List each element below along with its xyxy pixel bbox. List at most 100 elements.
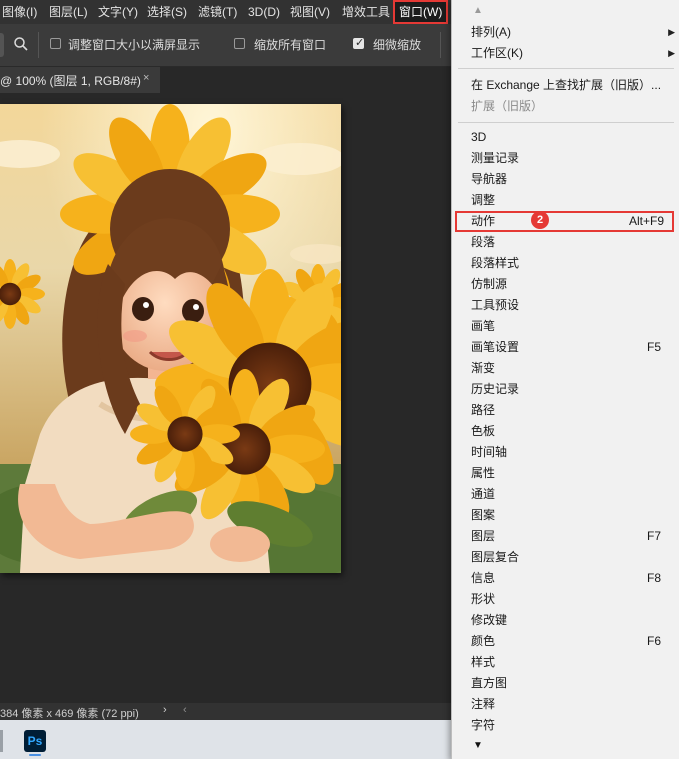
menu-item-label: 注释 <box>471 697 496 711</box>
menu-item-history[interactable]: 历史记录 <box>452 379 679 400</box>
scrubby-zoom-label: 细微缩放 <box>373 38 422 52</box>
photoshop-app-icon[interactable]: Ps <box>24 730 46 752</box>
menu-item-clone-source[interactable]: 仿制源 <box>452 274 679 295</box>
menu-item-color[interactable]: 颜色 F6 <box>452 631 679 652</box>
menu-item-label: 图层复合 <box>471 550 520 564</box>
step-badge-2: 2 <box>531 211 549 229</box>
menu-item-label: 仿制源 <box>471 277 508 291</box>
document-tab[interactable]: @ 100% (图层 1, RGB/8#) × <box>0 67 160 93</box>
menu-separator <box>458 122 674 123</box>
menu-separator <box>458 68 674 69</box>
menu-item-paragraph[interactable]: 段落 <box>452 232 679 253</box>
menu-item-label: 渐变 <box>471 361 496 375</box>
menu-item-paragraph-styles[interactable]: 段落样式 <box>452 253 679 274</box>
menu-item-navigator[interactable]: 导航器 <box>452 169 679 190</box>
menu-item-channels[interactable]: 通道 <box>452 484 679 505</box>
menu-item-measurement-log[interactable]: 测量记录 <box>452 148 679 169</box>
canvas-area[interactable] <box>0 93 455 703</box>
menu-item-shortcut: Alt+F9 <box>628 214 664 228</box>
menu-item-info[interactable]: 信息 F8 <box>452 568 679 589</box>
scroll-up-icon[interactable]: ▲ <box>473 5 483 16</box>
menu-item-layer-comps[interactable]: 图层复合 <box>452 547 679 568</box>
document-tab-bar: @ 100% (图层 1, RGB/8#) × <box>0 67 455 93</box>
menu-item-styles[interactable]: 样式 <box>452 652 679 673</box>
menu-item-gradients[interactable]: 渐变 <box>452 358 679 379</box>
menu-item-histogram[interactable]: 直方图 <box>452 673 679 694</box>
menu-select[interactable]: 选择(S) <box>147 0 187 24</box>
scroll-down-icon[interactable]: ▼ <box>473 740 483 751</box>
menu-item-label: 颜色 <box>471 634 496 648</box>
menu-window[interactable]: 窗口(W) <box>393 0 449 24</box>
menu-3d[interactable]: 3D(D) <box>248 0 280 24</box>
menu-item-label: 测量记录 <box>471 151 520 165</box>
menu-item-label: 色板 <box>471 424 496 438</box>
menu-item-shortcut: F8 <box>646 571 661 585</box>
resize-windows-checkbox[interactable] <box>50 38 61 49</box>
menu-item-actions[interactable]: 动作 Alt+F9 <box>455 211 674 232</box>
menu-plugins[interactable]: 增效工具 <box>342 0 390 24</box>
status-scroll-left-icon[interactable]: ‹ <box>183 704 187 716</box>
taskbar-edge <box>0 730 3 752</box>
menu-item-label: 历史记录 <box>471 382 520 396</box>
options-bar: 调整窗口大小以满屏显示 缩放所有窗口 细微缩放 <box>0 24 455 67</box>
menu-item-label: 信息 <box>471 571 496 585</box>
menu-item-exchange[interactable]: 在 Exchange 上查找扩展（旧版）... <box>452 75 679 96</box>
menu-item-label: 属性 <box>471 466 496 480</box>
menu-item-label: 图案 <box>471 508 496 522</box>
zoom-icon[interactable] <box>13 36 29 52</box>
menu-item-label: 3D <box>471 130 487 144</box>
menu-type[interactable]: 文字(Y) <box>98 0 138 24</box>
menu-item-label: 工作区(K) <box>471 46 523 60</box>
menu-image[interactable]: 图像(I) <box>2 0 37 24</box>
submenu-arrow-icon: ▶ <box>668 27 675 37</box>
menu-item-label: 直方图 <box>471 676 508 690</box>
window-menu-dropdown: ▲ 排列(A) ▶ 工作区(K) ▶ 在 Exchange 上查找扩展（旧版）.… <box>451 0 679 759</box>
menu-item-paths[interactable]: 路径 <box>452 400 679 421</box>
menu-item-notes[interactable]: 注释 <box>452 694 679 715</box>
menu-item-label: 画笔 <box>471 319 496 333</box>
menu-item-swatches[interactable]: 色板 <box>452 421 679 442</box>
menu-item-label: 在 Exchange 上查找扩展（旧版）... <box>471 78 662 92</box>
menu-item-label: 段落 <box>471 235 496 249</box>
menu-item-properties[interactable]: 属性 <box>452 463 679 484</box>
menu-item-shortcut: F5 <box>646 340 661 354</box>
document-tab-title: @ 100% (图层 1, RGB/8#) <box>0 74 141 88</box>
menu-item-label: 段落样式 <box>471 256 520 270</box>
menu-item-character[interactable]: 字符 <box>452 715 679 736</box>
menu-item-arrange[interactable]: 排列(A) ▶ <box>452 22 679 43</box>
status-expand-arrow-icon[interactable]: › <box>163 704 167 716</box>
menu-item-shapes[interactable]: 形状 <box>452 589 679 610</box>
menu-layer[interactable]: 图层(L) <box>49 0 88 24</box>
divider <box>38 32 39 58</box>
menu-item-3d[interactable]: 3D <box>452 127 679 148</box>
active-app-indicator <box>29 754 41 756</box>
menu-item-brushes[interactable]: 画笔 <box>452 316 679 337</box>
zoom-all-label: 缩放所有窗口 <box>254 38 327 52</box>
menu-view[interactable]: 视图(V) <box>290 0 330 24</box>
menu-item-label: 扩展（旧版） <box>471 99 544 113</box>
menu-item-timeline[interactable]: 时间轴 <box>452 442 679 463</box>
menu-item-brush-settings[interactable]: 画笔设置 F5 <box>452 337 679 358</box>
tool-preset-picker[interactable] <box>0 33 4 57</box>
menu-item-label: 时间轴 <box>471 445 508 459</box>
divider <box>440 32 441 58</box>
menu-item-label: 路径 <box>471 403 496 417</box>
menu-item-label: 样式 <box>471 655 496 669</box>
menu-filter[interactable]: 滤镜(T) <box>198 0 237 24</box>
zoom-all-checkbox[interactable] <box>234 38 245 49</box>
close-icon[interactable]: × <box>143 72 149 84</box>
menu-item-tool-presets[interactable]: 工具预设 <box>452 295 679 316</box>
menu-item-label: 通道 <box>471 487 496 501</box>
menu-item-modifier-keys[interactable]: 修改键 <box>452 610 679 631</box>
menu-item-layers[interactable]: 图层 F7 <box>452 526 679 547</box>
scrubby-zoom-checkbox[interactable] <box>353 36 364 49</box>
menu-item-patterns[interactable]: 图案 <box>452 505 679 526</box>
sunflower-girl-illustration <box>0 104 341 573</box>
menu-item-workspace[interactable]: 工作区(K) ▶ <box>452 43 679 64</box>
menu-item-label: 画笔设置 <box>471 340 520 354</box>
menu-item-label: 动作 <box>471 214 496 228</box>
menu-item-extensions: 扩展（旧版） <box>452 96 679 117</box>
menu-item-adjustments[interactable]: 调整 <box>452 190 679 211</box>
document-size-info: 384 像素 x 469 像素 (72 ppi) <box>0 708 139 720</box>
menu-item-label: 调整 <box>471 193 496 207</box>
